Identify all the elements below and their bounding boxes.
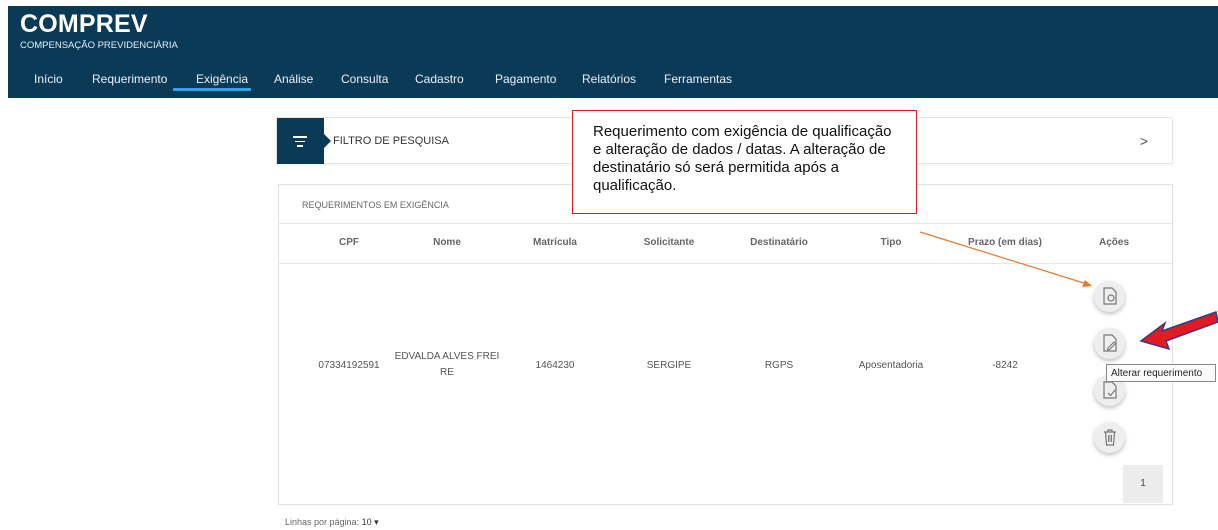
red-pointer-arrow [1139,311,1218,351]
annotation-callout: Requerimento com exigência de qualificaç… [572,110,917,214]
annotation-overlay [919,231,1218,351]
tooltip-alterar-requerimento: Alterar requerimento [1106,364,1216,382]
annotation-arrow-line [919,231,1088,285]
annotation-arrow-head [1082,280,1092,287]
